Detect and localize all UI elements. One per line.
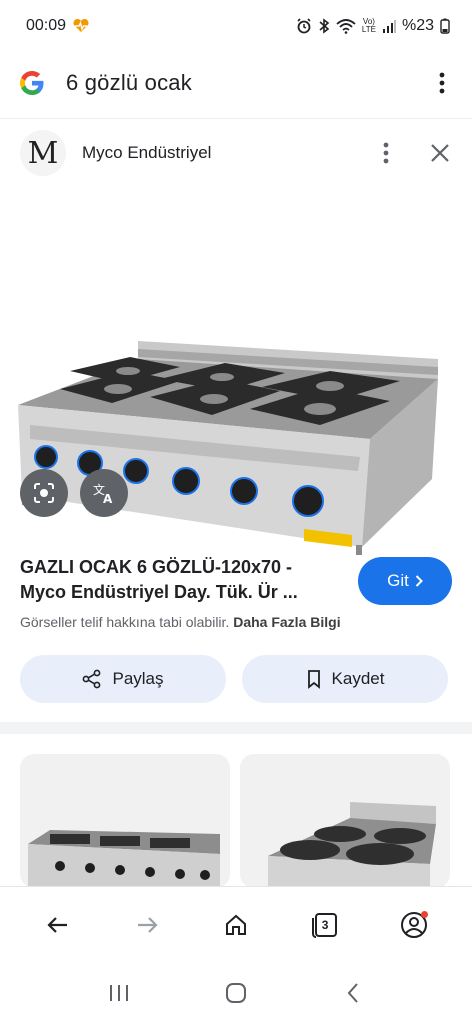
site-logo[interactable]: M xyxy=(20,130,66,176)
result-title[interactable]: GAZLI OCAK 6 GÖZLÜ-120x70 - Myco Endüstr… xyxy=(20,555,340,605)
recent-apps-icon xyxy=(109,985,128,1001)
copyright-note: Görseller telif hakkına tabi olabilir. D… xyxy=(20,614,341,630)
home-circle-icon xyxy=(225,983,246,1003)
image-actions: 文 A xyxy=(20,469,128,517)
chevron-left-icon xyxy=(347,983,359,1003)
stove-thumbnail xyxy=(28,830,220,888)
visit-button[interactable]: Git xyxy=(358,557,452,605)
lte-indicator: Vo) LTE xyxy=(361,17,376,34)
stove-thumbnail xyxy=(268,802,436,888)
tab-count: 3 xyxy=(321,917,329,932)
section-divider xyxy=(0,722,472,734)
more-info-link[interactable]: Daha Fazla Bilgi xyxy=(233,614,340,630)
chevron-right-icon xyxy=(415,575,423,587)
copyright-text: Görseller telif hakkına tabi olabilir. xyxy=(20,614,230,630)
title-row: GAZLI OCAK 6 GÖZLÜ-120x70 - Myco Endüstr… xyxy=(20,555,452,605)
status-icons: Vo) LTE %23 xyxy=(296,17,450,35)
home-button[interactable] xyxy=(216,905,256,945)
tabs-button[interactable]: 3 xyxy=(305,905,345,945)
close-icon xyxy=(431,144,449,162)
site-name[interactable]: Myco Endüstriyel xyxy=(82,143,211,163)
system-nav-bar xyxy=(0,962,472,1024)
arrow-right-icon xyxy=(138,916,158,933)
bookmark-icon xyxy=(307,670,320,689)
share-label: Paylaş xyxy=(112,669,164,688)
related-image[interactable] xyxy=(240,754,450,888)
home-icon xyxy=(225,914,246,935)
translate-button[interactable]: 文 A xyxy=(80,469,128,517)
status-time: 00:09 xyxy=(26,17,67,34)
related-images xyxy=(20,754,452,888)
lens-button[interactable] xyxy=(20,469,68,517)
share-button[interactable]: Paylaş xyxy=(20,655,226,703)
lens-icon xyxy=(34,483,54,503)
more-vert-icon xyxy=(439,72,445,94)
site-row: M Myco Endüstriyel xyxy=(20,129,452,177)
back-nav-button[interactable] xyxy=(333,973,373,1013)
notification-dot xyxy=(420,910,428,918)
svg-text:A: A xyxy=(103,492,113,505)
recent-apps-button[interactable] xyxy=(99,973,139,1013)
search-query[interactable]: 6 gözlü ocak xyxy=(66,70,192,96)
more-vert-icon xyxy=(383,142,389,164)
visit-label: Git xyxy=(387,571,409,590)
alarm-icon xyxy=(297,18,311,34)
arrow-left-icon xyxy=(47,916,68,933)
more-options-button[interactable] xyxy=(430,69,454,97)
close-button[interactable] xyxy=(428,141,452,165)
signal-icon xyxy=(382,20,396,33)
product-image[interactable] xyxy=(0,199,472,599)
translate-icon: 文 A xyxy=(93,482,113,505)
result-card: M Myco Endüstriyel 文 A GAZLI OCAK 6 GÖZL… xyxy=(0,118,472,722)
bluetooth-icon xyxy=(319,18,330,34)
back-button[interactable] xyxy=(38,905,78,945)
google-logo-icon[interactable] xyxy=(18,69,46,97)
home-nav-button[interactable] xyxy=(216,973,256,1013)
action-row: Paylaş Kaydet xyxy=(20,655,448,703)
search-header: 6 gözlü ocak xyxy=(0,52,472,114)
battery-percent: %23 xyxy=(401,17,434,34)
wifi-icon xyxy=(336,19,356,34)
site-more-button[interactable] xyxy=(374,139,398,167)
account-button[interactable] xyxy=(394,905,434,945)
related-image[interactable] xyxy=(20,754,230,888)
heart-pulse-icon xyxy=(73,19,89,32)
status-bar: 00:09 Vo) LTE %23 xyxy=(0,0,472,52)
battery-icon xyxy=(440,18,450,34)
share-icon xyxy=(83,669,101,689)
bottom-toolbar: 3 xyxy=(0,886,472,962)
save-button[interactable]: Kaydet xyxy=(242,655,448,703)
forward-button[interactable] xyxy=(127,905,167,945)
save-label: Kaydet xyxy=(331,669,385,688)
